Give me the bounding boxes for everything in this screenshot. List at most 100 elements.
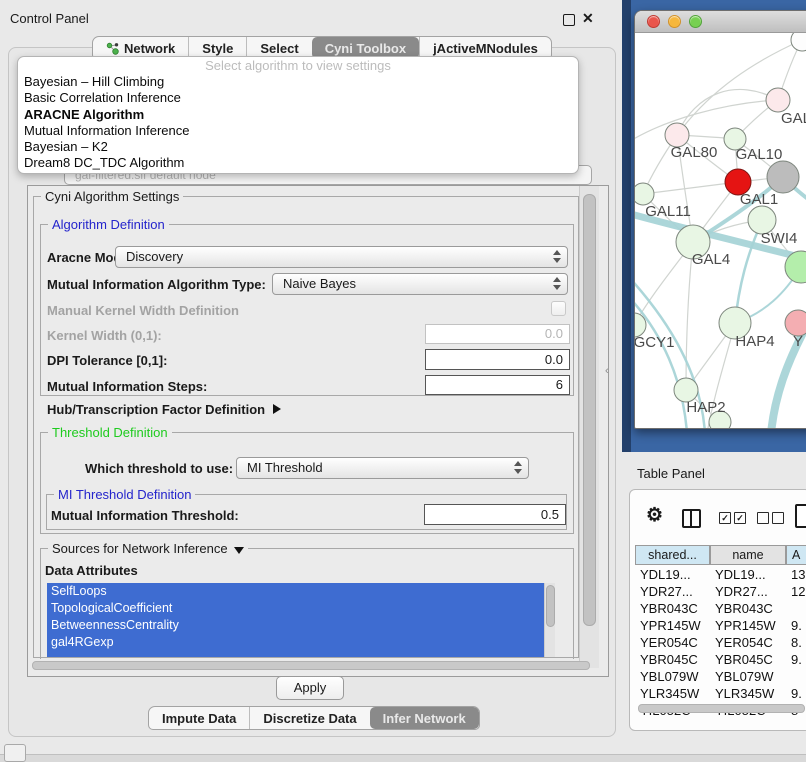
which-threshold-label: Which threshold to use: bbox=[85, 461, 233, 476]
attribute-item-gal4rgexp[interactable]: gal4RGexp bbox=[47, 634, 544, 651]
table-cell[interactable]: YER054C bbox=[635, 634, 713, 651]
zoom-traffic-light-icon[interactable] bbox=[689, 15, 702, 28]
close-traffic-light-icon[interactable] bbox=[647, 15, 660, 28]
settings-hscrollbar[interactable] bbox=[32, 661, 590, 670]
network-node-label: SWI4 bbox=[761, 230, 798, 247]
table-hscrollbar[interactable] bbox=[638, 704, 805, 713]
table-cell[interactable]: 12 bbox=[786, 583, 806, 600]
network-node-label: GAL4 bbox=[692, 251, 730, 268]
network-node-gal11[interactable] bbox=[635, 183, 654, 205]
algorithm-option-bayesian-k2[interactable]: Bayesian – K2 bbox=[18, 139, 578, 155]
network-node[interactable] bbox=[791, 33, 806, 51]
combo-arrows-icon bbox=[553, 250, 561, 263]
network-node-label: GAL10 bbox=[736, 146, 783, 163]
manual-kernel-checkbox[interactable] bbox=[551, 301, 566, 316]
which-threshold-select[interactable]: MI Threshold bbox=[236, 457, 529, 479]
table-cell[interactable]: 9. bbox=[786, 685, 806, 702]
table-header-a[interactable]: A bbox=[786, 545, 806, 565]
attribute-item-selfloops[interactable]: SelfLoops bbox=[47, 583, 544, 600]
network-window[interactable]: GALGAL80GAL10GAL1GAL11SWI4GAL4GCY1HAP4YH… bbox=[634, 10, 806, 429]
mi-type-select[interactable]: Naive Bayes bbox=[272, 273, 568, 295]
splitter-collapse-icon[interactable]: ‹ bbox=[605, 365, 609, 377]
tab-select-label: Select bbox=[260, 41, 298, 56]
deselect-checkboxes-icon[interactable] bbox=[757, 512, 784, 524]
network-graph[interactable]: GALGAL80GAL10GAL1GAL11SWI4GAL4GCY1HAP4YH… bbox=[635, 33, 806, 429]
table-cell[interactable]: YER054C bbox=[710, 634, 789, 651]
table-cell[interactable]: YBL079W bbox=[635, 668, 713, 685]
dpi-tolerance-value: 0.0 bbox=[545, 352, 563, 367]
mi-threshold-label: Mutual Information Threshold: bbox=[51, 508, 239, 523]
hub-definition-toggle[interactable]: Hub/Transcription Factor Definition bbox=[47, 402, 281, 417]
attribute-item-betweennesscentrality[interactable]: BetweennessCentrality bbox=[47, 617, 544, 634]
algorithm-definition-title: Algorithm Definition bbox=[48, 217, 169, 232]
kernel-width-field[interactable]: 0.0 bbox=[425, 324, 570, 344]
table-cell[interactable]: YLR345W bbox=[635, 685, 713, 702]
table-cell[interactable]: YDL19... bbox=[710, 566, 789, 583]
float-window-icon[interactable] bbox=[563, 14, 575, 26]
network-node-label: HAP4 bbox=[735, 333, 774, 350]
algorithm-option-mutual-information-inference[interactable]: Mutual Information Inference bbox=[18, 123, 578, 139]
table-cell[interactable]: YDL19... bbox=[635, 566, 713, 583]
network-window-titlebar[interactable] bbox=[635, 11, 806, 33]
apply-button[interactable]: Apply bbox=[276, 676, 344, 700]
minimized-panel-icon[interactable] bbox=[4, 744, 26, 762]
table-cell[interactable]: YPR145W bbox=[635, 617, 713, 634]
network-node-gal[interactable] bbox=[766, 88, 790, 112]
table-cell[interactable] bbox=[786, 668, 806, 685]
app-root: Control Panel ✕ NetworkStyleSelectCyni T… bbox=[0, 0, 806, 762]
attribute-item-topologicalcoefficient[interactable]: TopologicalCoefficient bbox=[47, 600, 544, 617]
settings-gear-icon[interactable]: ⚙ bbox=[646, 504, 663, 527]
attributes-scrollbar[interactable] bbox=[544, 583, 555, 657]
table-cell[interactable]: YDR27... bbox=[710, 583, 789, 600]
tab-discretize-data[interactable]: Discretize Data bbox=[249, 707, 369, 729]
table-cell[interactable]: YBR045C bbox=[635, 651, 713, 668]
table-cell[interactable]: YDR27... bbox=[635, 583, 713, 600]
data-attributes-label: Data Attributes bbox=[45, 563, 138, 578]
combo-arrows-icon bbox=[514, 461, 522, 474]
table-cell[interactable]: YBR045C bbox=[710, 651, 789, 668]
select-checkboxes-icon[interactable]: ✓✓ bbox=[719, 512, 746, 524]
tab-impute-data-label: Impute Data bbox=[162, 711, 236, 726]
close-icon[interactable]: ✕ bbox=[582, 10, 594, 27]
tab-infer-network[interactable]: Infer Network bbox=[370, 707, 479, 729]
minimize-traffic-light-icon[interactable] bbox=[668, 15, 681, 28]
network-edge[interactable] bbox=[643, 182, 738, 194]
aracne-mode-select[interactable]: Discovery bbox=[115, 246, 568, 268]
sources-group-title[interactable]: Sources for Network Inference bbox=[48, 541, 248, 556]
network-node[interactable] bbox=[767, 161, 799, 193]
table-cell[interactable]: YBL079W bbox=[710, 668, 789, 685]
columns-icon[interactable] bbox=[682, 509, 701, 528]
table-cell[interactable]: 9. bbox=[786, 617, 806, 634]
table-cell[interactable]: YLR345W bbox=[710, 685, 789, 702]
table-cell[interactable]: 8. bbox=[786, 634, 806, 651]
table-cell[interactable]: YBR043C bbox=[710, 600, 789, 617]
table-cell[interactable]: 9. bbox=[786, 651, 806, 668]
mi-steps-label: Mutual Information Steps: bbox=[47, 379, 207, 394]
data-attributes-list[interactable]: SelfLoopsTopologicalCoefficientBetweenne… bbox=[47, 583, 544, 657]
algorithm-option-bayesian-hill-climbing[interactable]: Bayesian – Hill Climbing bbox=[18, 74, 578, 90]
algorithm-option-dream8-dc-tdc-algorithm[interactable]: Dream8 DC_TDC Algorithm bbox=[18, 155, 578, 171]
threshold-group-title: Threshold Definition bbox=[48, 425, 172, 440]
table-cell[interactable]: 13 bbox=[786, 566, 806, 583]
settings-vscrollbar[interactable] bbox=[579, 186, 599, 668]
table-header-shared-[interactable]: shared... bbox=[635, 545, 710, 565]
tab-impute-data[interactable]: Impute Data bbox=[149, 707, 249, 729]
function-icon[interactable] bbox=[795, 504, 806, 528]
table-cell[interactable]: YPR145W bbox=[710, 617, 789, 634]
sources-title-text: Sources for Network Inference bbox=[52, 541, 228, 556]
mi-threshold-field[interactable]: 0.5 bbox=[424, 504, 566, 525]
network-panel-edge bbox=[622, 0, 631, 452]
dpi-tolerance-field[interactable]: 0.0 bbox=[425, 349, 570, 370]
network-node-label: GAL80 bbox=[671, 144, 718, 161]
table-header-name[interactable]: name bbox=[710, 545, 786, 565]
network-edge[interactable] bbox=[635, 295, 687, 429]
algorithm-option-aracne-algorithm[interactable]: ARACNE Algorithm bbox=[18, 107, 578, 123]
mi-steps-field[interactable]: 6 bbox=[425, 375, 570, 395]
network-node-label: GAL bbox=[781, 110, 806, 127]
tab-discretize-data-label: Discretize Data bbox=[263, 711, 356, 726]
table-cell[interactable]: YBR043C bbox=[635, 600, 713, 617]
network-node-label: Y bbox=[793, 333, 803, 350]
algorithm-option-basic-correlation-inference[interactable]: Basic Correlation Inference bbox=[18, 90, 578, 106]
table-cell[interactable] bbox=[786, 600, 806, 617]
aracne-mode-value: Discovery bbox=[126, 249, 183, 264]
